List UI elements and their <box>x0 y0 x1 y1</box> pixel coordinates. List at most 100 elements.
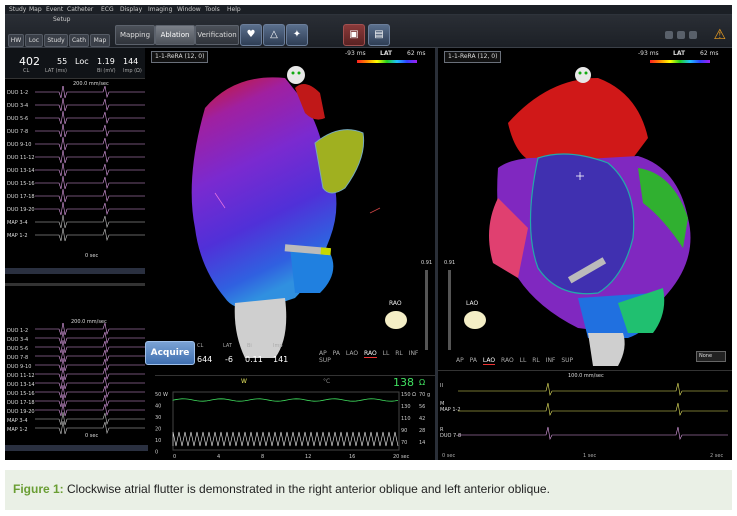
force-tick-label: 70 g <box>419 392 430 398</box>
display-mode-select[interactable]: None <box>696 351 726 362</box>
channel-label: DUO 5-6 <box>7 346 29 352</box>
catheter-view-icon[interactable]: ✦ <box>286 24 308 46</box>
ecg-time-end: 2 sec <box>710 453 724 459</box>
map-lao-view[interactable]: 1-1-ReRA (12, 0) -93 ms LAT 62 ms LAO 0.… <box>438 48 732 368</box>
channel-label: DUO 13-14 <box>7 168 35 174</box>
menu-tools[interactable]: Tools <box>205 5 220 14</box>
vitals-traces: 50 W403020100150 Ω130110907070 g56422814… <box>155 391 430 460</box>
panel-divider <box>5 283 148 286</box>
channel-label: MAP 1-2 <box>7 233 28 239</box>
heart-view-icon[interactable]: ♥ <box>240 24 262 46</box>
channel-label: DUO 15-16 <box>7 391 35 397</box>
imp-label: Imp (Ω) <box>123 68 142 74</box>
menu-ecg[interactable]: ECG <box>101 5 114 14</box>
abl-imp-label: Imp <box>273 343 283 349</box>
channel-label: DUO 3-4 <box>7 103 29 109</box>
warning-icon[interactable]: ⚠ <box>713 27 726 43</box>
catheter-readouts: 402 CL 55 LAT (ms) Loc 1.19 Bi (mV) 144 … <box>5 48 148 79</box>
impedance-tick-label: 110 <box>401 416 411 422</box>
view-rao-active[interactable]: RAO <box>364 350 377 358</box>
egm-trace <box>35 339 145 354</box>
impedance-tick-label: 150 Ω <box>401 392 416 398</box>
menu-catheter[interactable]: Catheter <box>67 5 93 14</box>
egm-trace <box>35 366 145 381</box>
channel-label: DUO 7-8 <box>7 355 29 361</box>
setup-loc-button[interactable]: Loc <box>25 34 43 47</box>
figure-label: Figure 1: <box>13 482 64 496</box>
egm-trace <box>35 110 145 125</box>
egm-trace <box>35 227 145 242</box>
view-ap-right[interactable]: AP <box>456 357 464 364</box>
abl-bi-value: 0.11 <box>245 355 263 364</box>
imp-value: 144 <box>123 57 139 66</box>
time-tick-label: 16 <box>349 454 355 460</box>
view-ll-right[interactable]: LL <box>520 357 527 364</box>
slider-value-left: 0.91 <box>421 260 433 266</box>
setup-study-button[interactable]: Study <box>44 34 68 47</box>
view-rl-right[interactable]: RL <box>532 357 540 364</box>
ablation-readout: CL LAT Bi Imp 644 -6 0.11 141 <box>195 341 345 369</box>
channel-label: DUO 15-16 <box>7 181 35 187</box>
egm-trace <box>35 162 145 177</box>
view-ll[interactable]: LL <box>383 350 390 357</box>
setup-hw-button[interactable]: HW <box>8 34 24 47</box>
power-tick-label: 30 <box>155 415 161 421</box>
scrollbar-bottom[interactable] <box>5 445 148 451</box>
view-inf[interactable]: INF <box>409 350 419 357</box>
view-sup-right[interactable]: SUP <box>561 357 573 364</box>
channel-label: DUO 5-6 <box>7 116 29 122</box>
scrollbar-top[interactable] <box>5 268 148 274</box>
force-tick-label: 56 <box>419 404 425 410</box>
menu-display[interactable]: Display <box>120 5 142 14</box>
view-rao-right[interactable]: RAO <box>501 357 514 364</box>
egm-trace <box>35 201 145 216</box>
view-lao-active[interactable]: LAO <box>482 357 496 365</box>
mode-ablation-button[interactable]: Ablation <box>155 25 195 45</box>
mode-verification-button[interactable]: Verification <box>195 25 239 45</box>
force-tick-label: 28 <box>419 428 425 434</box>
slider-left[interactable] <box>425 270 428 350</box>
snapshot-icon[interactable]: ▤ <box>368 24 390 46</box>
force-trace <box>172 431 399 447</box>
menu-event[interactable]: Event <box>46 5 63 14</box>
shell-icon[interactable]: △ <box>263 24 285 46</box>
map-rao-view[interactable]: 1-1-ReRA (12, 0) -93 ms LAT 62 ms RAO 0.… <box>145 48 435 368</box>
menu-window[interactable]: Window <box>177 5 201 14</box>
view-pa-right[interactable]: PA <box>470 357 477 364</box>
temp-legend: °C <box>323 378 331 385</box>
egm-trace <box>35 86 145 99</box>
egm-trace <box>35 357 145 372</box>
channel-label: DUO 7-8 <box>7 129 29 135</box>
cl-value: 402 <box>19 55 40 68</box>
heart-orientation-icon-right <box>464 311 486 329</box>
channel-label: MAP 3-4 <box>7 418 28 424</box>
record-icon[interactable]: ▣ <box>343 24 365 46</box>
ecg-sweep-speed: 100.0 mm/sec <box>568 373 604 379</box>
setup-map-button[interactable]: Map <box>90 34 110 47</box>
power-tick-label: 20 <box>155 427 161 433</box>
egm-trace <box>35 188 145 203</box>
view-inf-right[interactable]: INF <box>546 357 556 364</box>
channel-label: MAP 1-2 <box>7 427 28 433</box>
slider-right[interactable] <box>448 270 451 350</box>
figure-caption: Figure 1: Clockwise atrial flutter is de… <box>5 470 732 510</box>
time-label-top: 0 sec <box>85 253 99 259</box>
power-tick-label: 40 <box>155 404 161 410</box>
view-lao[interactable]: LAO <box>346 350 358 357</box>
egm-trace <box>35 149 145 164</box>
channel-label: DUO 1-2 <box>7 328 29 334</box>
acquire-button[interactable]: Acquire <box>145 341 195 365</box>
view-rl[interactable]: RL <box>395 350 403 357</box>
abl-lat-value: -6 <box>225 355 233 364</box>
menu-study[interactable]: Study <box>9 5 26 14</box>
setup-cath-button[interactable]: Cath <box>69 34 89 47</box>
channel-label: DUO 11-12 <box>7 155 35 161</box>
time-tick-label: 0 <box>173 454 176 460</box>
cl-label: CL <box>23 68 30 74</box>
menu-map[interactable]: Map <box>29 5 42 14</box>
menu-help[interactable]: Help <box>227 5 241 14</box>
impedance-unit: Ω <box>419 378 426 387</box>
mode-mapping-button[interactable]: Mapping <box>115 25 155 45</box>
toolbar: Setup HW Loc Study Cath Map Mapping Abla… <box>5 15 732 48</box>
menu-imaging[interactable]: Imaging <box>148 5 172 14</box>
